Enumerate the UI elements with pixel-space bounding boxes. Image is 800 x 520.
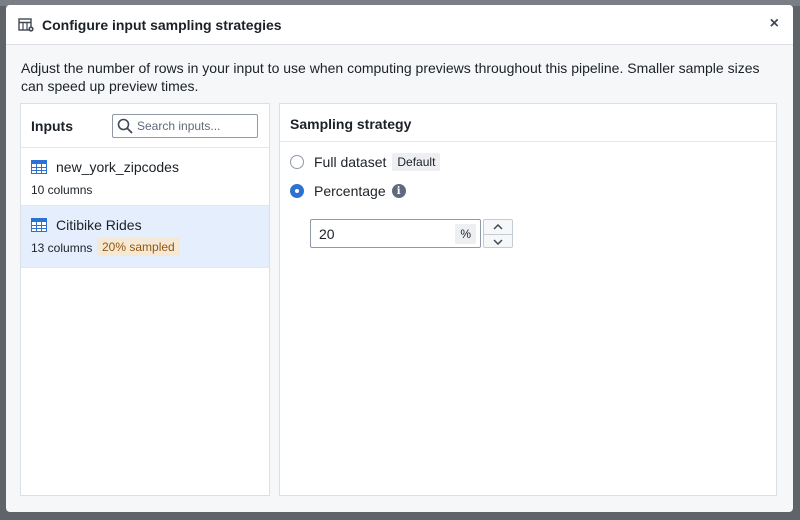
percentage-label: Percentage: [314, 183, 386, 199]
search-input[interactable]: [137, 119, 247, 133]
table-settings-icon: [18, 17, 34, 33]
input-item-new-york-zipcodes[interactable]: new_york_zipcodes 10 columns: [21, 148, 269, 206]
default-tag: Default: [392, 153, 441, 171]
strategy-heading: Sampling strategy: [290, 116, 412, 132]
option-full-dataset[interactable]: Full dataset Default: [290, 153, 441, 171]
sampling-dialog: Configure input sampling strategies × Ad…: [6, 5, 793, 512]
increment-button[interactable]: [484, 220, 512, 235]
input-column-count: 13 columns: [31, 241, 93, 255]
full-dataset-radio[interactable]: [290, 155, 304, 169]
option-percentage[interactable]: Percentage i: [290, 183, 406, 199]
search-icon: [117, 118, 133, 134]
input-name: new_york_zipcodes: [56, 159, 179, 175]
dialog-header: Configure input sampling strategies ×: [6, 5, 793, 45]
input-column-count: 10 columns: [31, 183, 93, 197]
sampling-strategy-panel: Sampling strategy Full dataset Default P…: [279, 103, 777, 496]
percentage-input-group: %: [310, 219, 481, 248]
percentage-stepper: [483, 219, 513, 248]
input-name: Citibike Rides: [56, 217, 142, 233]
info-icon[interactable]: i: [391, 184, 406, 198]
close-icon[interactable]: ×: [770, 16, 779, 32]
strategy-panel-header: Sampling strategy: [280, 104, 776, 142]
inputs-panel-header: Inputs: [21, 104, 269, 148]
percentage-radio[interactable]: [290, 184, 304, 198]
chevron-up-icon: [493, 224, 503, 230]
inputs-heading: Inputs: [31, 118, 73, 134]
inputs-panel: Inputs new_york_zipcodes: [20, 103, 270, 496]
table-icon: [31, 160, 47, 174]
search-box[interactable]: [112, 114, 258, 138]
input-item-citibike-rides[interactable]: Citibike Rides 13 columns 20% sampled: [21, 206, 269, 268]
decrement-button[interactable]: [484, 235, 512, 249]
dialog-title: Configure input sampling strategies: [42, 16, 282, 33]
table-icon: [31, 218, 47, 232]
dialog-description: Adjust the number of rows in your input …: [21, 60, 760, 94]
chevron-down-icon: [493, 239, 503, 245]
percent-unit: %: [455, 224, 476, 244]
percentage-input[interactable]: [319, 226, 439, 242]
full-dataset-label: Full dataset: [314, 154, 387, 170]
sampled-badge: 20% sampled: [97, 238, 180, 256]
